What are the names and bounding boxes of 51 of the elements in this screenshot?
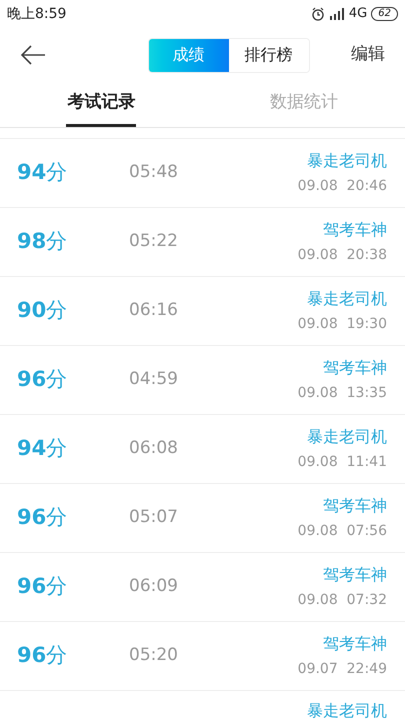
- battery-indicator: 62: [371, 7, 398, 21]
- duration: 05:48: [129, 161, 178, 184]
- player-name: 暴走老司机: [307, 150, 387, 172]
- record-row[interactable]: 96分 06:09 驾考车神 09.08 07:32: [0, 553, 405, 622]
- segment-tab[interactable]: 成绩: [148, 38, 228, 72]
- score: 94分: [17, 435, 68, 462]
- record-datetime: 09.08 13:35: [298, 384, 387, 403]
- score: 96分: [17, 504, 68, 532]
- network-label: 4G: [348, 5, 368, 24]
- record-row[interactable]: 96分 05:07 驾考车神 09.08 07:56: [0, 484, 405, 553]
- duration: 04:59: [129, 368, 178, 392]
- score: 96分: [17, 366, 68, 394]
- duration: 06:09: [129, 575, 178, 598]
- record-datetime: 09.08 07:32: [298, 591, 387, 610]
- record-datetime: 09.08 20:46: [298, 177, 387, 196]
- record-row[interactable]: 94分 06:08 暴走老司机 09.08 11:41: [0, 415, 405, 484]
- score: 96分: [17, 573, 68, 600]
- duration: 06:08: [129, 437, 178, 460]
- score: 94分: [17, 159, 68, 186]
- duration: 05:07: [129, 506, 178, 530]
- tab[interactable]: 数据统计: [268, 82, 339, 127]
- duration: 05:20: [129, 644, 178, 668]
- duration: 06:16: [129, 299, 178, 322]
- player-name: 暴走老司机: [307, 702, 387, 720]
- signal-icon: [328, 8, 345, 20]
- player-name: 暴走老司机: [307, 426, 387, 448]
- player-name: 暴走老司机: [307, 288, 387, 310]
- record-datetime: 09.08 20:38: [298, 246, 387, 265]
- record-row[interactable]: 94分 05:48 暴走老司机 09.08 20:46: [0, 139, 405, 208]
- record-row[interactable]: 98分 05:22 驾考车神 09.08 20:38: [0, 208, 405, 277]
- alarm-icon: [310, 7, 325, 21]
- player-name: 驾考车神: [323, 495, 387, 517]
- duration: 05:22: [129, 230, 178, 254]
- edit-button[interactable]: 编辑: [351, 42, 385, 68]
- tab[interactable]: 考试记录: [66, 82, 136, 127]
- record-datetime: 09.08 11:41: [298, 453, 387, 472]
- record-datetime: 09.07 22:49: [298, 660, 387, 679]
- player-name: 驾考车神: [323, 564, 387, 586]
- record-row[interactable]: 90分 06:16 暴走老司机 09.08 19:30: [0, 277, 405, 346]
- record-row[interactable]: 96分 05:20 驾考车神 09.07 22:49: [0, 622, 405, 691]
- record-row[interactable]: 96分 04:59 驾考车神 09.08 13:35: [0, 346, 405, 415]
- player-name: 驾考车神: [323, 633, 387, 655]
- record-datetime: 09.08 19:30: [298, 315, 387, 334]
- score: 98分: [17, 228, 68, 256]
- status-time: 晚上8:59: [7, 4, 66, 24]
- record-datetime: 09.08 07:56: [298, 522, 387, 541]
- player-name: 驾考车神: [323, 357, 387, 379]
- score: 90分: [17, 297, 68, 324]
- back-icon[interactable]: [20, 45, 46, 65]
- player-name: 驾考车神: [323, 219, 387, 241]
- score: 96分: [17, 642, 68, 670]
